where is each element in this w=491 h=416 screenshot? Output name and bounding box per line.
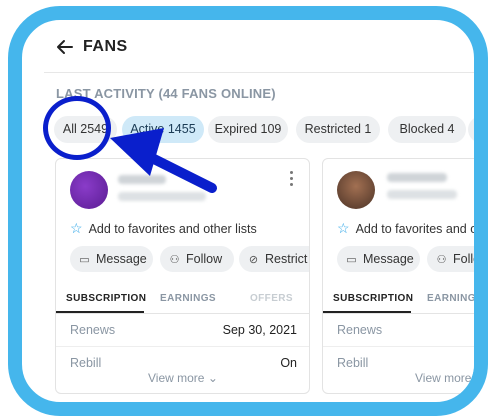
- annotation-arrow: [110, 128, 217, 193]
